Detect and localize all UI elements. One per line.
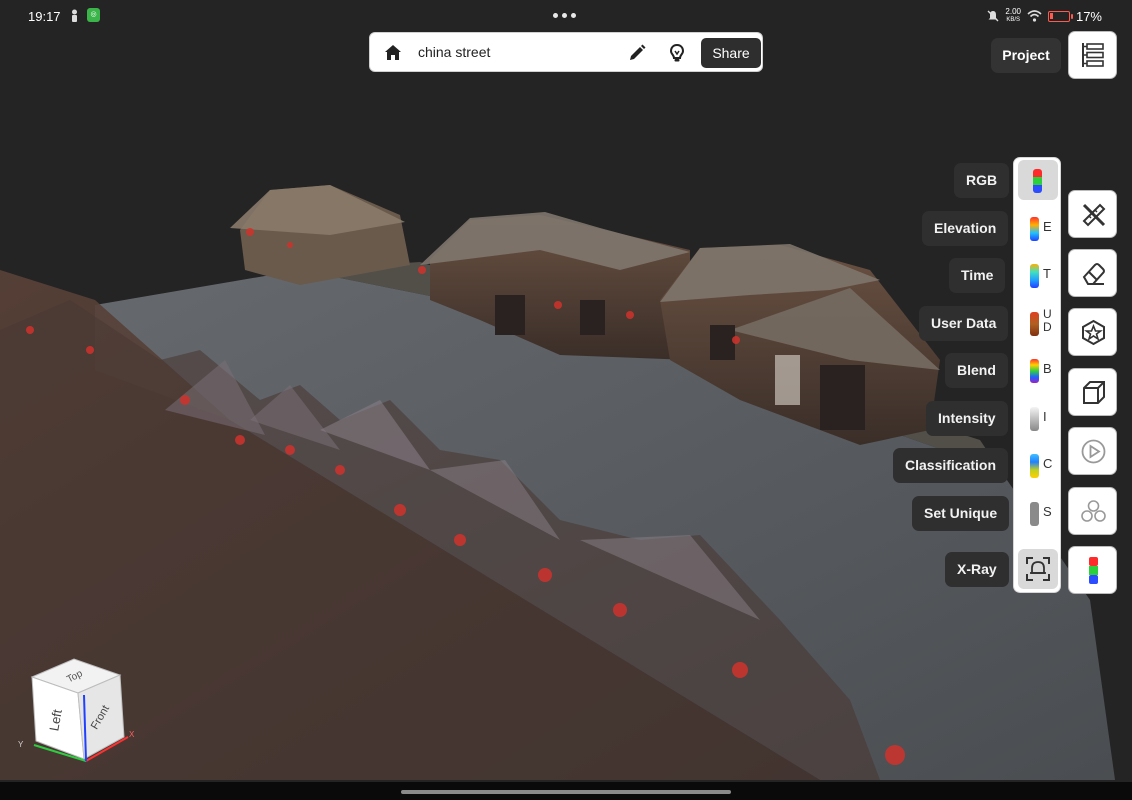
clock: 19:17 xyxy=(28,9,61,24)
star-annotation-button[interactable] xyxy=(1068,308,1117,356)
pencil-icon[interactable] xyxy=(626,42,648,64)
eraser-button[interactable] xyxy=(1068,249,1117,297)
color-mode-button[interactable] xyxy=(1068,546,1117,594)
mode-classification-button[interactable]: C xyxy=(1018,445,1058,485)
color-mode-icon xyxy=(1089,557,1098,584)
mode-label-set-unique[interactable]: Set Unique xyxy=(912,496,1010,531)
network-speed: 2.00 KB/S xyxy=(1005,8,1021,24)
point-cloud-viewport[interactable] xyxy=(0,0,1132,782)
mode-letter-t: T xyxy=(1043,266,1051,281)
status-indicators: 2.00 KB/S 17% xyxy=(987,8,1102,24)
star-annotation-icon xyxy=(1082,319,1105,346)
mode-elevation-button[interactable]: E xyxy=(1018,208,1058,248)
clip-box-icon xyxy=(1083,381,1105,404)
eraser-icon xyxy=(1082,263,1105,285)
share-button[interactable]: Share xyxy=(701,38,761,68)
elevation-swatch-icon xyxy=(1030,217,1039,241)
mode-label-elevation[interactable]: Elevation xyxy=(922,211,1009,246)
point-cloud-scene xyxy=(0,185,1115,780)
shapes-icon xyxy=(1081,500,1106,522)
play-animation-icon xyxy=(1081,439,1106,464)
mode-label-rgb[interactable]: RGB xyxy=(954,163,1010,198)
project-title: china street xyxy=(418,44,491,60)
blend-swatch-icon xyxy=(1030,359,1039,383)
layer-tree-button[interactable] xyxy=(1068,31,1117,79)
color-mode-panel: E T U D B I C S xyxy=(1013,157,1061,593)
mode-intensity-button[interactable]: I xyxy=(1018,398,1058,438)
mode-set-unique-button[interactable]: S xyxy=(1018,493,1058,533)
battery-percent: 17% xyxy=(1075,8,1102,24)
axis-label-y: Y xyxy=(18,740,24,749)
navigation-cube[interactable]: Top Left Front Y X xyxy=(14,655,139,767)
multitask-dots-icon[interactable] xyxy=(553,13,576,18)
mode-user-data-button[interactable]: U D xyxy=(1018,303,1058,343)
mode-letter-ud: U D xyxy=(1043,307,1052,334)
navigation-bar xyxy=(0,782,1132,800)
rgb-swatch-icon xyxy=(1033,169,1042,193)
clip-box-button[interactable] xyxy=(1068,368,1117,416)
measure-tools-button[interactable] xyxy=(1068,190,1117,238)
lightbulb-icon[interactable] xyxy=(666,42,688,64)
classification-swatch-icon xyxy=(1030,454,1039,478)
mode-label-time[interactable]: Time xyxy=(949,258,1006,293)
mode-letter-c: C xyxy=(1043,456,1053,471)
mode-letter-i: I xyxy=(1043,409,1047,424)
mode-rgb-button[interactable] xyxy=(1018,160,1058,200)
play-animation-button[interactable] xyxy=(1068,427,1117,475)
set-unique-swatch-icon xyxy=(1030,502,1039,526)
network-speed-value: 2.00 xyxy=(1005,7,1021,16)
network-speed-unit: KB/S xyxy=(1006,17,1021,23)
battery-level xyxy=(1049,12,1053,19)
mode-x-ray-button[interactable] xyxy=(1018,549,1058,589)
xray-icon xyxy=(1026,557,1050,581)
mode-letter-s: S xyxy=(1043,504,1052,519)
mode-label-user-data[interactable]: User Data xyxy=(919,306,1009,341)
person-icon xyxy=(72,9,77,22)
project-button[interactable]: Project xyxy=(991,38,1061,73)
mode-letter-e: E xyxy=(1043,219,1052,234)
home-gesture-handle[interactable] xyxy=(401,790,731,794)
measure-tools-icon xyxy=(1082,203,1106,227)
mute-bell-icon xyxy=(987,10,999,22)
mode-label-intensity[interactable]: Intensity xyxy=(926,401,1008,436)
mode-letter-b: B xyxy=(1043,361,1052,376)
time-swatch-icon xyxy=(1030,264,1039,288)
mode-label-x-ray[interactable]: X-Ray xyxy=(945,552,1009,587)
axis-label-x: X xyxy=(129,730,135,739)
home-icon[interactable] xyxy=(382,42,404,64)
user-data-swatch-icon xyxy=(1030,312,1039,336)
mode-label-blend[interactable]: Blend xyxy=(945,353,1008,388)
app-notification-icon: ◎ xyxy=(87,8,100,22)
intensity-swatch-icon xyxy=(1030,407,1039,431)
mode-label-classification[interactable]: Classification xyxy=(893,448,1009,483)
system-status-bar: 19:17 ◎ 2.00 KB/S 17% xyxy=(0,0,1132,32)
layer-tree-icon xyxy=(1082,43,1104,67)
project-toolbar: china street Share xyxy=(369,32,763,72)
mode-time-button[interactable]: T xyxy=(1018,255,1058,295)
wifi-icon xyxy=(1027,10,1042,22)
mode-blend-button[interactable]: B xyxy=(1018,350,1058,390)
shapes-button[interactable] xyxy=(1068,487,1117,535)
battery-icon xyxy=(1047,10,1073,22)
